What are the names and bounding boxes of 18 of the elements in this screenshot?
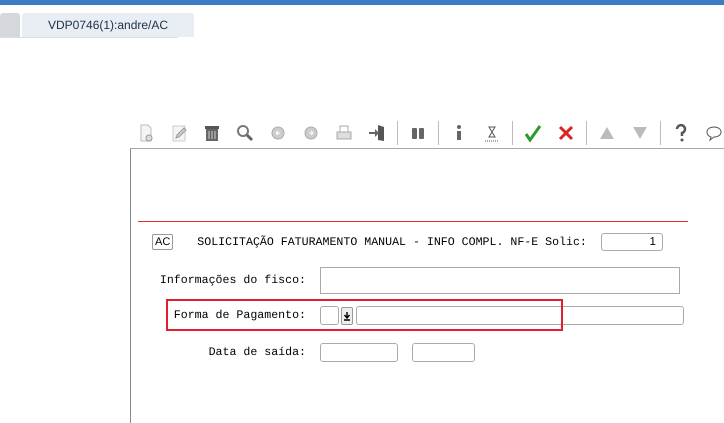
code-field[interactable] <box>320 306 339 325</box>
solic-field[interactable]: 1 <box>600 233 663 251</box>
field-label: Data de saída: <box>208 346 306 359</box>
date-field[interactable] <box>320 343 398 362</box>
lookup-button[interactable] <box>341 306 353 324</box>
time-field[interactable] <box>412 343 475 362</box>
search-icon[interactable] <box>235 123 255 143</box>
form-title: SOLICITAÇÃO FATURAMENTO MANUAL - INFO COMPL. NF-E Solic: <box>197 236 587 248</box>
checkmark-icon[interactable] <box>523 123 543 143</box>
download-arrow-icon <box>343 310 351 320</box>
input-field[interactable] <box>320 267 680 294</box>
cross-icon[interactable] <box>556 123 576 143</box>
trash-icon[interactable] <box>202 123 222 143</box>
field-label: Forma de Pagamento: <box>172 309 306 322</box>
mode-indicator: AC <box>152 234 174 250</box>
tab[interactable]: VDP0746(1):andre/AC <box>22 13 194 37</box>
exit-door-icon[interactable] <box>367 123 387 143</box>
field-label: Informações do fisco: <box>158 274 306 287</box>
